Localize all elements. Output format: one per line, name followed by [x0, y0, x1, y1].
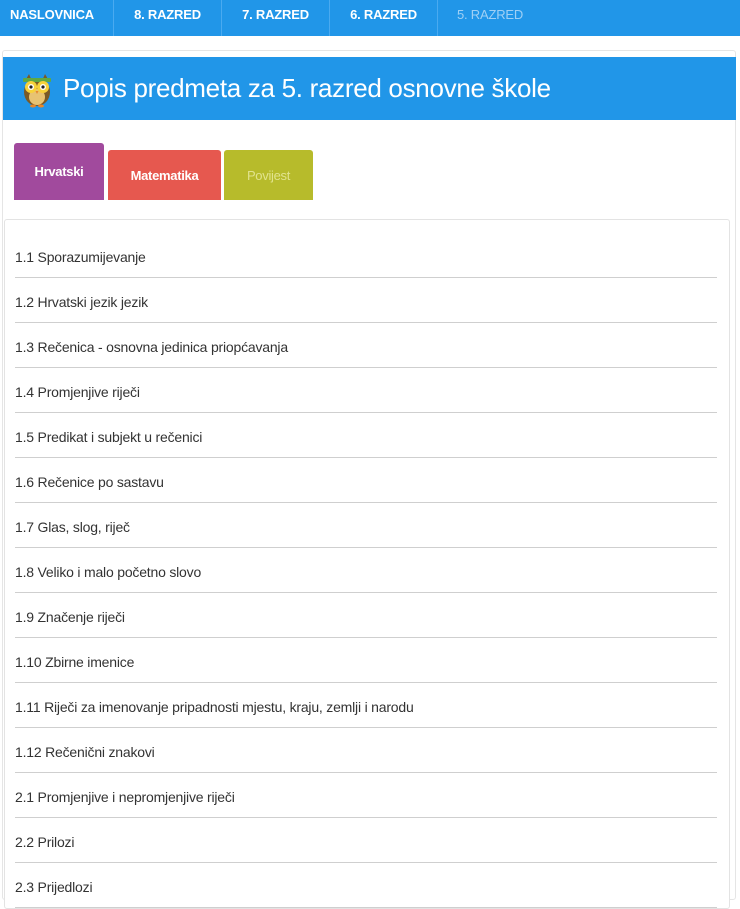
list-item[interactable]: 1.5 Predikat i subjekt u rečenici: [15, 414, 717, 458]
page-title: Popis predmeta za 5. razred osnovne škol…: [63, 73, 551, 103]
list-item[interactable]: 1.12 Rečenični znakovi: [15, 729, 717, 773]
list-item[interactable]: 1.2 Hrvatski jezik jezik: [15, 279, 717, 323]
list-item[interactable]: 2.3 Prijedlozi: [15, 864, 717, 908]
nav-item-naslovnica[interactable]: NASLOVNICA: [0, 0, 114, 36]
owl-icon: [17, 69, 57, 109]
list-item[interactable]: 1.11 Riječi za imenovanje pripadnosti mj…: [15, 684, 717, 728]
tab-matematika[interactable]: Matematika: [108, 150, 221, 200]
list-item[interactable]: 1.9 Značenje riječi: [15, 594, 717, 638]
list-item[interactable]: 2.1 Promjenjive i nepromjenjive riječi: [15, 774, 717, 818]
tab-hrvatski[interactable]: Hrvatski: [14, 143, 104, 200]
list-item[interactable]: 1.10 Zbirne imenice: [15, 639, 717, 683]
nav-item-7-razred[interactable]: 7. RAZRED: [222, 0, 330, 36]
topics-list: 1.1 Sporazumijevanje 1.2 Hrvatski jezik …: [15, 234, 717, 909]
list-item[interactable]: 1.4 Promjenjive riječi: [15, 369, 717, 413]
list-item[interactable]: 1.6 Rečenice po sastavu: [15, 459, 717, 503]
nav-item-6-razred[interactable]: 6. RAZRED: [330, 0, 438, 36]
list-item[interactable]: 1.8 Veliko i malo početno slovo: [15, 549, 717, 593]
list-item[interactable]: 1.3 Rečenica - osnovna jedinica priopćav…: [15, 324, 717, 368]
nav-item-8-razred[interactable]: 8. RAZRED: [114, 0, 222, 36]
title-banner: Popis predmeta za 5. razred osnovne škol…: [3, 57, 736, 120]
list-item[interactable]: 2.2 Prilozi: [15, 819, 717, 863]
top-navigation: NASLOVNICA 8. RAZRED 7. RAZRED 6. RAZRED…: [0, 0, 740, 36]
nav-item-5-razred[interactable]: 5. RAZRED: [438, 0, 542, 36]
list-item[interactable]: 1.1 Sporazumijevanje: [15, 234, 717, 278]
tab-povijest[interactable]: Povijest: [224, 150, 313, 200]
list-item[interactable]: 1.7 Glas, slog, riječ: [15, 504, 717, 548]
